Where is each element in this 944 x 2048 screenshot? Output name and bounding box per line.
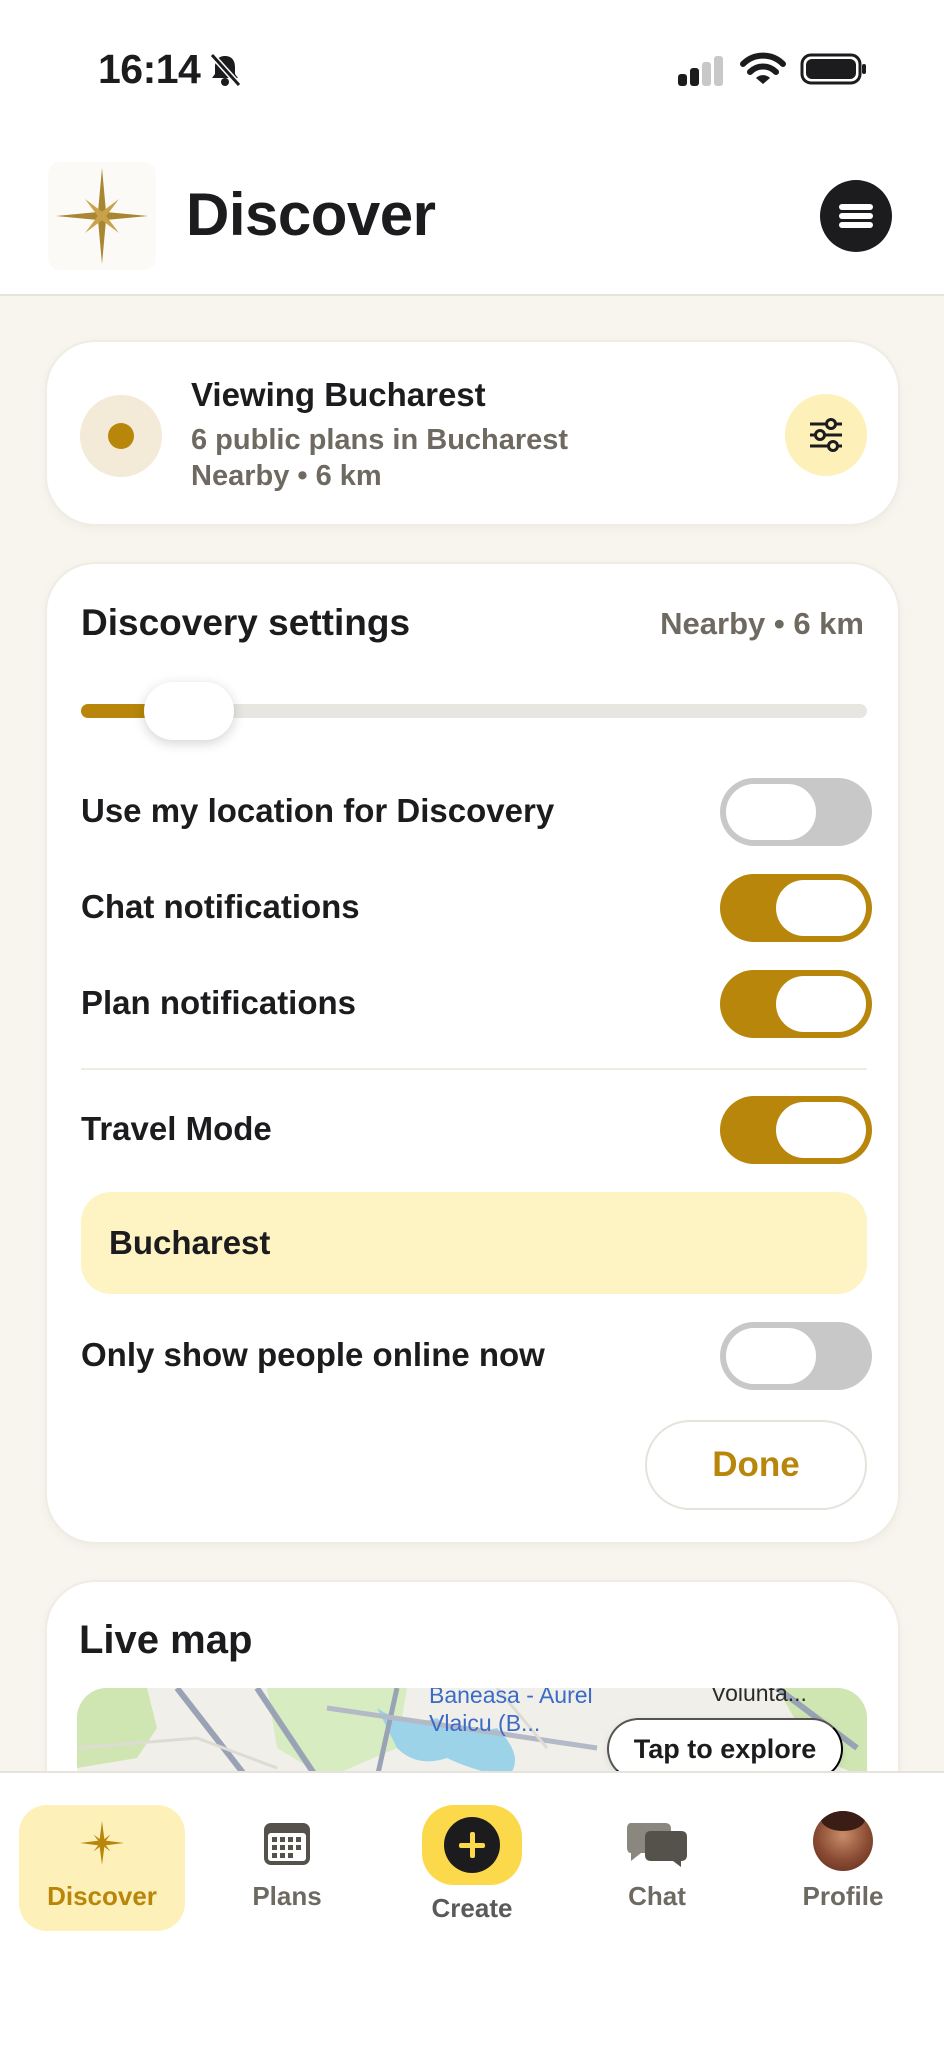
viewing-title: Viewing Bucharest bbox=[191, 376, 486, 413]
tab-plans[interactable]: Plans bbox=[212, 1805, 362, 1931]
use-location-toggle[interactable] bbox=[720, 778, 872, 846]
tab-label: Discover bbox=[47, 1881, 157, 1911]
settings-divider bbox=[81, 1068, 867, 1070]
done-button[interactable]: Done bbox=[645, 1420, 867, 1510]
map-place-label: Vlaicu (B... bbox=[429, 1710, 541, 1736]
compass-star-icon bbox=[48, 162, 156, 270]
tab-label: Profile bbox=[802, 1881, 884, 1911]
plus-icon bbox=[444, 1817, 500, 1873]
sliders-icon bbox=[810, 418, 842, 452]
battery-icon bbox=[800, 53, 866, 85]
discovery-settings-card: Discovery settings Nearby • 6 km Use my … bbox=[45, 562, 900, 1544]
tab-chat[interactable]: Chat bbox=[582, 1805, 732, 1931]
viewing-plan-count: 6 public plans in Bucharest bbox=[191, 424, 569, 456]
travel-mode-toggle[interactable] bbox=[720, 1096, 872, 1164]
compass-star-icon bbox=[80, 1821, 124, 1865]
tab-discover[interactable]: Discover bbox=[19, 1805, 185, 1931]
travel-mode-label: Travel Mode bbox=[81, 1110, 272, 1147]
map-place-label: Volunta... bbox=[711, 1688, 807, 1706]
online-only-label: Only show people online now bbox=[81, 1336, 545, 1373]
avatar bbox=[813, 1811, 873, 1871]
create-button[interactable] bbox=[422, 1805, 522, 1885]
tab-label: Plans bbox=[252, 1881, 322, 1911]
bell-muted-icon bbox=[209, 52, 242, 88]
viewing-location-card[interactable]: Viewing Bucharest 6 public plans in Buch… bbox=[45, 340, 900, 526]
filter-button[interactable] bbox=[785, 394, 867, 476]
signal-icon bbox=[678, 56, 723, 86]
menu-icon bbox=[839, 204, 873, 210]
tab-profile[interactable]: Profile bbox=[768, 1805, 918, 1931]
tab-label: Create bbox=[431, 1893, 513, 1923]
viewing-range: Nearby • 6 km bbox=[191, 460, 382, 492]
app-header: Discover bbox=[0, 140, 944, 296]
page-title: Discover bbox=[186, 181, 436, 248]
use-location-label: Use my location for Discovery bbox=[81, 792, 555, 829]
distance-slider-thumb[interactable] bbox=[144, 682, 235, 740]
chat-bubbles-icon bbox=[627, 1823, 687, 1867]
plan-notifications-label: Plan notifications bbox=[81, 984, 357, 1021]
settings-range-label: Nearby • 6 km bbox=[660, 606, 864, 641]
bottom-tab-bar: Discover Plans Create Chat Profile bbox=[0, 1771, 944, 2048]
map-place-label: Baneasa - Aurel bbox=[429, 1688, 593, 1708]
online-only-toggle[interactable] bbox=[720, 1322, 872, 1390]
calendar-icon bbox=[264, 1823, 310, 1865]
status-bar: 16:14 bbox=[0, 0, 944, 140]
plan-notifications-toggle[interactable] bbox=[720, 970, 872, 1038]
live-map-title: Live map bbox=[79, 1618, 253, 1662]
location-dot-icon bbox=[80, 395, 162, 477]
tab-label: Chat bbox=[628, 1881, 686, 1911]
chat-notifications-toggle[interactable] bbox=[720, 874, 872, 942]
tab-create[interactable]: Create bbox=[397, 1805, 547, 1931]
settings-title: Discovery settings bbox=[81, 602, 411, 643]
menu-button[interactable] bbox=[820, 180, 892, 252]
status-time: 16:14 bbox=[98, 46, 201, 92]
wifi-icon bbox=[740, 52, 786, 84]
chat-notifications-label: Chat notifications bbox=[81, 888, 360, 925]
travel-city-field[interactable]: Bucharest bbox=[81, 1192, 867, 1294]
travel-city-value: Bucharest bbox=[109, 1224, 271, 1261]
